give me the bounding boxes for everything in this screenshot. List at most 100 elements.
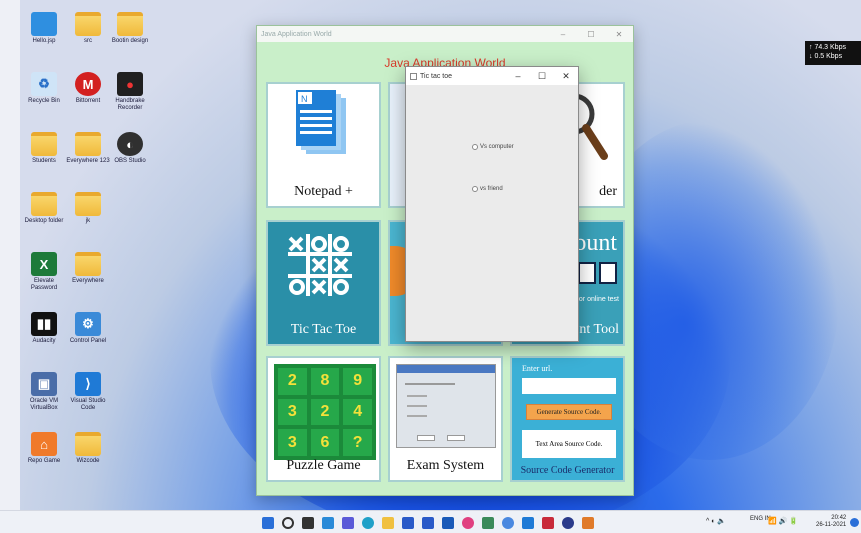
notification-icon[interactable] xyxy=(850,518,859,527)
task-view-icon[interactable] xyxy=(302,517,314,529)
puzzle-cell: 2 xyxy=(278,368,307,395)
maximize-button[interactable]: ☐ xyxy=(577,30,605,39)
store-icon[interactable] xyxy=(402,517,414,529)
control-panel-icon: ⚙ xyxy=(75,312,101,336)
desktop-icon-wizcode[interactable]: Wizcode xyxy=(66,432,110,465)
app-icon[interactable] xyxy=(562,517,574,529)
puzzle-grid: 2 8 9 3 2 4 3 6 ? xyxy=(274,364,376,460)
window-title: Tic tac toe xyxy=(420,72,453,80)
main-title-bar[interactable]: Java Application World – ☐ ✕ xyxy=(257,26,633,42)
desktop-icon-control-panel[interactable]: ⚙ Control Panel xyxy=(66,312,110,345)
folder-icon xyxy=(117,12,143,36)
widgets-icon[interactable] xyxy=(322,517,334,529)
tile-caption: Exam System xyxy=(406,458,485,473)
puzzle-cell: 9 xyxy=(343,368,372,395)
mail-icon[interactable] xyxy=(422,517,434,529)
clock[interactable]: 20:42 26-11-2021 xyxy=(816,515,846,529)
chrome-icon[interactable] xyxy=(502,517,514,529)
network-volume-icons[interactable]: 📶 🔊 🔋 xyxy=(768,517,798,525)
source-code-generator-tile[interactable]: Enter url. Generate Source Code. Text Ar… xyxy=(510,356,625,482)
minimize-button[interactable]: – xyxy=(549,30,577,39)
edge-icon[interactable] xyxy=(362,517,374,529)
minimize-button[interactable]: – xyxy=(506,71,530,82)
desktop-icon-virtualbox[interactable]: ▣ Oracle VM VirtualBox xyxy=(22,372,66,412)
exam-system-tile[interactable]: Exam System xyxy=(388,356,503,482)
desktop-icon-desktop-folder[interactable]: Desktop folder xyxy=(22,192,66,225)
chat-icon[interactable] xyxy=(342,517,354,529)
app-icon[interactable] xyxy=(542,517,554,529)
excel-icon: X xyxy=(31,252,57,276)
desktop-icon-elevate[interactable]: X Elevate Password xyxy=(22,252,66,292)
folder-icon xyxy=(75,12,101,36)
desktop-icon-jk[interactable]: jk xyxy=(66,192,110,225)
counter-digits xyxy=(578,262,617,284)
audio-icon: ▮▮ xyxy=(31,312,57,336)
url-input-preview xyxy=(522,378,616,394)
taskbar: ^ ◐ 🔈 ENG IN 📶 🔊 🔋 20:42 26-11-2021 xyxy=(0,510,861,533)
count-big-text: ount xyxy=(574,230,617,256)
desktop-icon-students[interactable]: Students xyxy=(22,132,66,165)
desktop-icon-hello[interactable]: Hello.jsp xyxy=(22,12,66,45)
network-speed-widget: ↑ 74.3 Kbps ↓ 0.5 Kbps xyxy=(805,41,861,65)
vscode-icon[interactable] xyxy=(522,517,534,529)
tic-tac-toe-icon xyxy=(288,234,352,296)
desktop-icon-vscode[interactable]: ⟩ Visual Studio Code xyxy=(66,372,110,412)
puzzle-cell: ? xyxy=(343,429,372,456)
vs-computer-radio[interactable]: Vs computer xyxy=(472,144,514,150)
desktop-icon-recycle-bin[interactable]: ♻ Recycle Bin xyxy=(22,72,66,105)
tic-tac-toe-tile[interactable]: Tic Tac Toe xyxy=(266,220,381,346)
recycle-bin-icon: ♻ xyxy=(31,72,57,96)
folder-icon xyxy=(75,132,101,156)
app-icon[interactable] xyxy=(462,517,474,529)
java-app-icon[interactable] xyxy=(582,517,594,529)
notepad-tile[interactable]: N Notepad + xyxy=(266,82,381,208)
folder-icon xyxy=(75,192,101,216)
window-app-icon xyxy=(410,72,417,80)
puzzle-cell: 3 xyxy=(278,429,307,456)
desktop-icon-everywhere-123[interactable]: Everywhere 123 xyxy=(66,132,110,165)
desktop-icon-repo-game[interactable]: ⌂ Repo Game xyxy=(22,432,66,465)
text-area-preview: Text Area Source Code. xyxy=(522,430,616,458)
desktop-icon-bittorrent[interactable]: M Bittorrent xyxy=(66,72,110,105)
clock-date: 26-11-2021 xyxy=(816,522,847,528)
virtualbox-icon: ▣ xyxy=(31,372,57,396)
desktop-icon-everywhere[interactable]: Everywhere xyxy=(66,252,110,285)
bittorrent-icon: M xyxy=(75,72,101,96)
recorder-icon: ● xyxy=(117,72,143,96)
desktop-icon-bootin[interactable]: Bootin design xyxy=(108,12,152,45)
vs-friend-radio[interactable]: vs friend xyxy=(472,186,503,192)
exam-screenshot-thumbnail xyxy=(396,364,496,448)
desktop-icon-src[interactable]: src xyxy=(66,12,110,45)
app-icon[interactable] xyxy=(442,517,454,529)
search-icon[interactable] xyxy=(282,517,294,529)
desktop-icon-obs[interactable]: ◐ OBS Studio xyxy=(108,132,152,165)
window-title: Java Application World xyxy=(261,30,332,38)
app-icon[interactable] xyxy=(482,517,494,529)
svg-text:N: N xyxy=(301,94,308,104)
tile-caption: Notepad + xyxy=(294,184,353,199)
generate-button-preview: Generate Source Code. xyxy=(526,404,612,420)
puzzle-game-tile[interactable]: 2 8 9 3 2 4 3 6 ? Puzzle Game xyxy=(266,356,381,482)
puzzle-cell: 6 xyxy=(310,429,340,456)
folder-icon xyxy=(75,432,101,456)
close-button[interactable]: ✕ xyxy=(605,30,633,39)
vs-computer-label: Vs computer xyxy=(480,144,514,150)
obs-icon: ◐ xyxy=(117,132,143,156)
file-explorer-icon[interactable] xyxy=(382,517,394,529)
tray-icons[interactable]: ^ ◐ 🔈 xyxy=(706,517,726,525)
tile-caption: Puzzle Game xyxy=(286,458,361,473)
tic-tac-toe-window: Tic tac toe – ☐ ✕ Vs computer vs friend xyxy=(405,66,579,342)
maximize-button[interactable]: ☐ xyxy=(530,71,554,82)
close-button[interactable]: ✕ xyxy=(554,71,578,82)
tile-caption: Source Code Generator xyxy=(520,465,615,476)
puzzle-cell: 3 xyxy=(278,398,307,426)
radio-circle xyxy=(472,186,478,192)
start-icon[interactable] xyxy=(262,517,274,529)
folder-icon xyxy=(31,192,57,216)
vscode-icon: ⟩ xyxy=(75,372,101,396)
desktop-icon-audacity[interactable]: ▮▮ Audacity xyxy=(22,312,66,345)
url-label: Enter url. xyxy=(522,364,553,373)
tile-caption: der xyxy=(599,184,617,199)
desktop-icon-recorder[interactable]: ● Handbrake Recorder xyxy=(108,72,152,112)
tic-tac-toe-title-bar[interactable]: Tic tac toe – ☐ ✕ xyxy=(406,67,578,85)
